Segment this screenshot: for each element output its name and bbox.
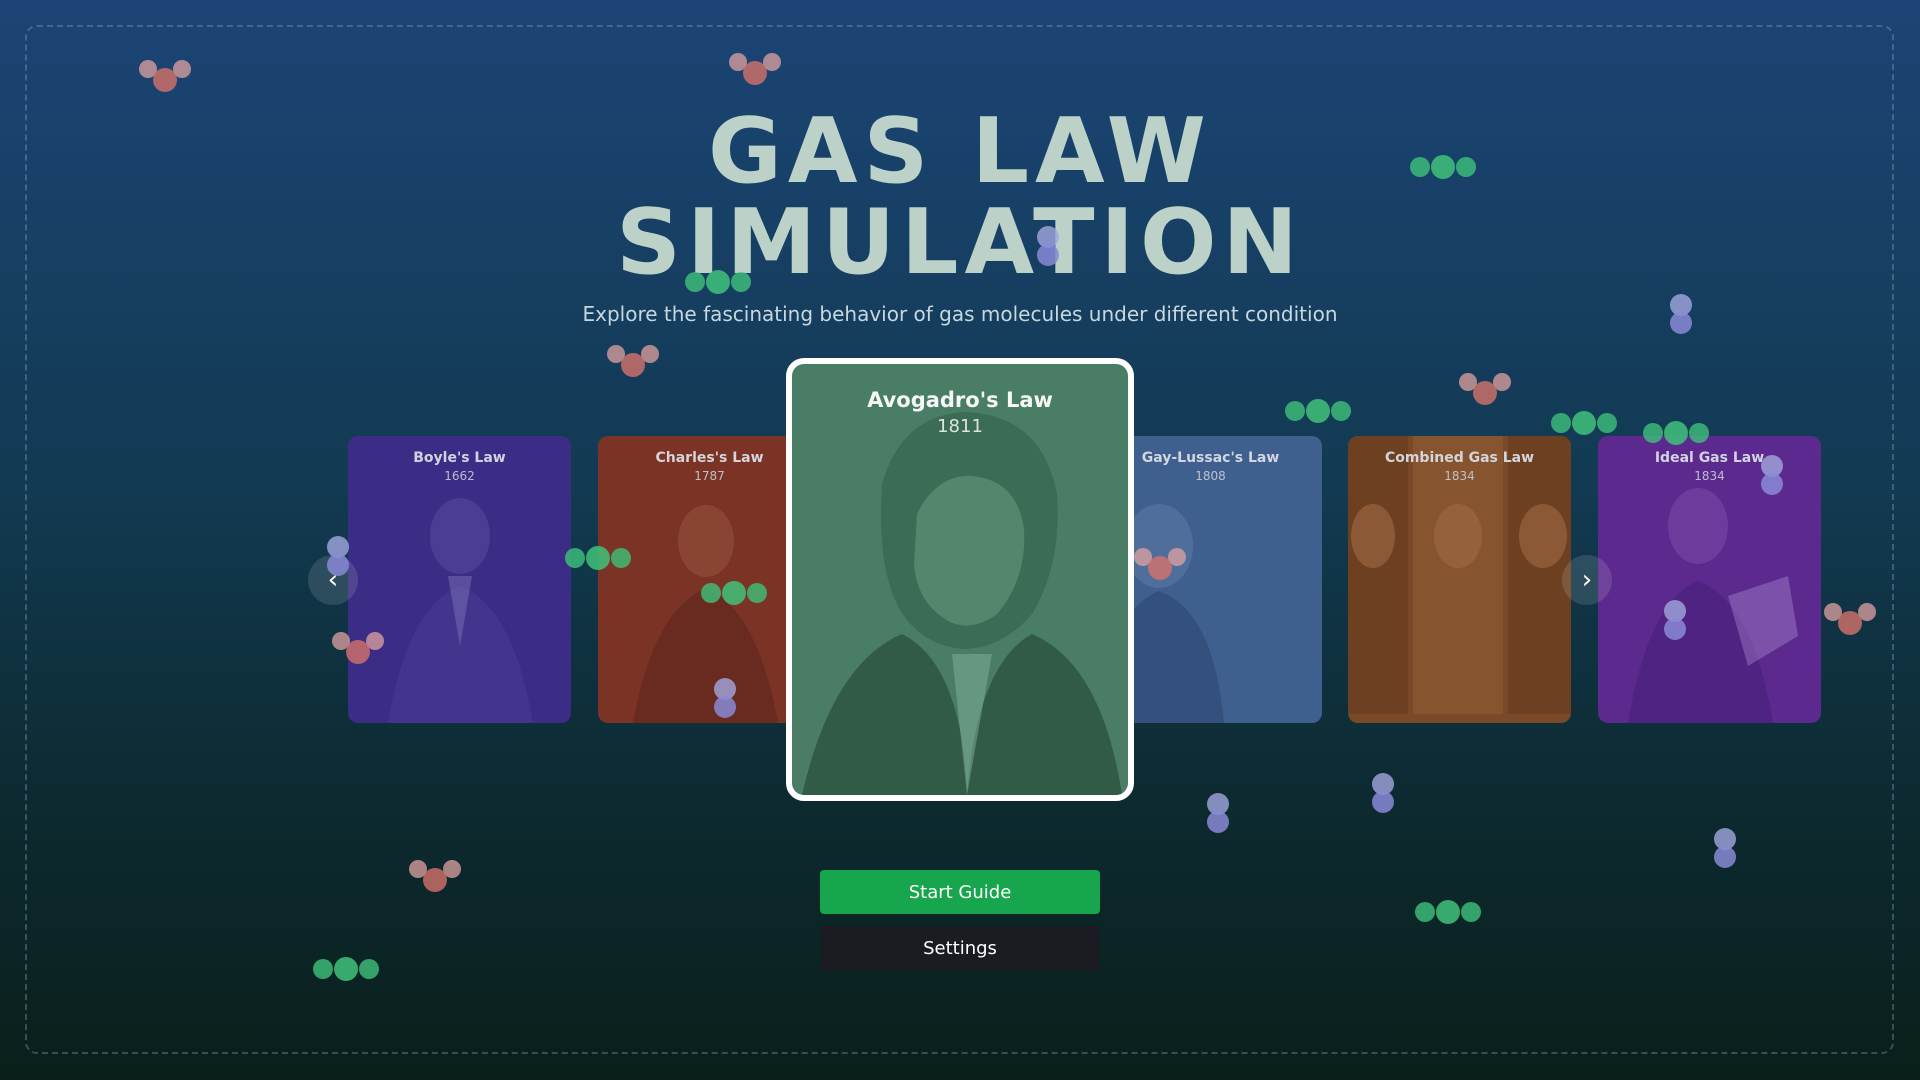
atom — [565, 548, 585, 568]
chevron-right-icon: › — [1581, 565, 1593, 595]
card-ideal-gas-law[interactable]: Ideal Gas Law 1834 — [1598, 436, 1821, 723]
atom — [1410, 157, 1430, 177]
atom — [747, 583, 767, 603]
atom — [1670, 312, 1692, 334]
atom — [701, 583, 721, 603]
card-avogadros-law[interactable]: Avogadro's Law 1811 — [786, 358, 1134, 801]
card-year: 1834 — [1694, 469, 1725, 483]
atom — [1664, 618, 1686, 640]
card-year: 1834 — [1444, 469, 1475, 483]
settings-button[interactable]: Settings — [820, 926, 1100, 970]
atom — [1664, 421, 1688, 445]
atom — [611, 548, 631, 568]
atom — [1643, 423, 1663, 443]
atom — [1331, 401, 1351, 421]
atom — [685, 272, 705, 292]
atom — [1461, 902, 1481, 922]
atom — [731, 272, 751, 292]
atom — [1551, 413, 1571, 433]
card-title: Boyle's Law — [413, 450, 506, 466]
card-year: 1662 — [444, 469, 475, 483]
atom — [359, 959, 379, 979]
start-guide-button[interactable]: Start Guide — [820, 870, 1100, 914]
atom — [1473, 381, 1497, 405]
atom — [334, 957, 358, 981]
atom — [1714, 846, 1736, 868]
atom — [1838, 611, 1862, 635]
atom — [153, 68, 177, 92]
atom — [621, 353, 645, 377]
title-line-2: SIMULATION — [616, 190, 1304, 295]
atom — [346, 640, 370, 664]
atom — [586, 546, 610, 570]
title-line-1: GAS LAW — [708, 99, 1212, 204]
card-title: Combined Gas Law — [1384, 450, 1535, 466]
atom — [1415, 902, 1435, 922]
carousel-next-button[interactable]: › — [1562, 555, 1612, 605]
card-title: Ideal Gas Law — [1654, 450, 1765, 466]
card-boyles-law[interactable]: Boyle's Law 1662 — [348, 436, 571, 723]
subtitle: Explore the fascinating behavior of gas … — [582, 302, 1338, 326]
atom — [1207, 811, 1229, 833]
atom — [722, 581, 746, 605]
atom — [1689, 423, 1709, 443]
atom — [1285, 401, 1305, 421]
atom — [423, 868, 447, 892]
atom — [1037, 244, 1059, 266]
card-year: 1811 — [937, 416, 983, 437]
atom — [1572, 411, 1596, 435]
atom — [1436, 900, 1460, 924]
atom — [1372, 791, 1394, 813]
atom — [743, 61, 767, 85]
atom — [313, 959, 333, 979]
atom — [327, 554, 349, 576]
atom — [1431, 155, 1455, 179]
atom — [706, 270, 730, 294]
card-title: Avogadro's Law — [867, 388, 1053, 412]
atom — [1148, 556, 1172, 580]
atom — [1306, 399, 1330, 423]
card-combined-gas-law[interactable]: Combined Gas Law 1834 — [1348, 436, 1571, 723]
atom — [1597, 413, 1617, 433]
atom — [714, 696, 736, 718]
atom — [1456, 157, 1476, 177]
atom — [1761, 473, 1783, 495]
game-title: GAS LAW SIMULATION — [0, 106, 1920, 288]
